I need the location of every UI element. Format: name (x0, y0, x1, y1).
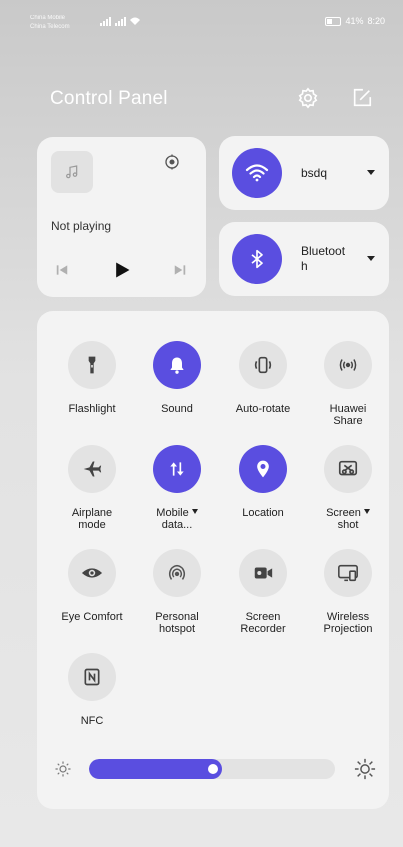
toggle-label: Screen shot (299, 507, 397, 531)
carrier-2: China Telecom (30, 24, 70, 30)
dropdown-caret-icon[interactable] (191, 509, 198, 514)
brightness-fill (89, 759, 222, 779)
toggle-label: Auto-rotate (214, 403, 312, 415)
status-right: 41% 8:20 (325, 16, 385, 26)
page-title: Control Panel (50, 88, 168, 109)
toggle-label-line2: data... (161, 519, 193, 531)
carrier-info: China Mobile China Telecom (30, 14, 70, 32)
toggle-label: Flashlight (43, 403, 141, 415)
toggle-eye[interactable]: Eye Comfort (47, 549, 133, 649)
toggle-bell[interactable]: Sound (132, 341, 218, 441)
bluetooth-label-line1: Bluetoot (301, 244, 346, 258)
toggle-label-line1: Sound (161, 403, 193, 415)
battery-icon (325, 16, 342, 26)
music-note-icon (51, 151, 93, 193)
toggle-screen-recorder[interactable]: Screen Recorder (218, 549, 304, 649)
bluetooth-icon[interactable] (232, 234, 282, 284)
toggle-label: Huawei Share (299, 403, 397, 427)
clock: 8:20 (367, 16, 385, 26)
toggle-label-line2: Share (333, 415, 363, 427)
toggle-huawei-share[interactable]: Huawei Share (303, 341, 389, 441)
location-pin-icon[interactable] (239, 445, 287, 493)
toggle-mobile-data[interactable]: Mobile data... (132, 445, 218, 545)
toggle-label: Airplane mode (43, 507, 141, 531)
toggle-label-line1: Personal (155, 611, 199, 623)
cast-icon[interactable] (161, 151, 183, 173)
wireless-projection-icon[interactable] (324, 549, 372, 597)
next-icon[interactable] (169, 259, 191, 281)
brightness-handle[interactable] (208, 764, 218, 774)
mobile-data-icon[interactable] (153, 445, 201, 493)
eye-icon[interactable] (68, 549, 116, 597)
toggle-airplane[interactable]: Airplane mode (47, 445, 133, 545)
toggle-label-line2: Recorder (240, 623, 286, 635)
toggle-label-line2: hotspot (158, 623, 196, 635)
bell-icon[interactable] (153, 341, 201, 389)
wifi-icon[interactable] (232, 148, 282, 198)
flashlight-icon[interactable] (68, 341, 116, 389)
gear-icon[interactable] (296, 86, 320, 110)
battery-percent: 41% (345, 16, 364, 26)
toggle-label-line1: Screen (245, 611, 281, 623)
airplane-icon[interactable] (68, 445, 116, 493)
toggle-screenshot[interactable]: Screen shot (303, 445, 389, 545)
media-status: Not playing (51, 219, 112, 233)
nfc-icon[interactable] (68, 653, 116, 701)
bluetooth-card[interactable]: Bluetoot h (219, 222, 389, 296)
wifi-dropdown-icon[interactable] (367, 170, 375, 175)
toggle-label-line2: shot (337, 519, 359, 531)
toggle-wireless-projection[interactable]: Wireless Projection (303, 549, 389, 649)
toggle-hotspot[interactable]: Personal hotspot (132, 549, 218, 649)
toggle-label-line2: mode (78, 519, 106, 531)
hotspot-icon[interactable] (153, 549, 201, 597)
toggle-label-line1: Flashlight (68, 403, 116, 415)
toggle-label: Screen Recorder (214, 611, 312, 635)
sun-high-icon (353, 757, 377, 781)
status-bar: China Mobile China Telecom 41% 8:20 (0, 14, 403, 38)
toggle-label: Eye Comfort (43, 611, 141, 623)
brightness-track[interactable] (89, 759, 335, 779)
toggle-label-line1: Eye Comfort (61, 611, 123, 623)
toggle-label: Sound (128, 403, 226, 415)
toggle-label-line1: Huawei (329, 403, 367, 415)
toggles-panel: Flashlight Sound Auto-rotate Huawei Share Air… (37, 311, 389, 809)
toggle-label-line2: Projection (323, 623, 373, 635)
bluetooth-label: Bluetoot h (301, 244, 361, 274)
play-icon[interactable] (111, 259, 133, 281)
toggle-flashlight[interactable]: Flashlight (47, 341, 133, 441)
previous-icon[interactable] (51, 259, 73, 281)
toggle-label-line1: Location (242, 507, 284, 519)
wifi-label: bsdq (301, 166, 328, 180)
toggle-label-line1: Mobile (156, 507, 189, 519)
toggle-label: NFC (43, 715, 141, 727)
brightness-slider[interactable] (51, 757, 377, 781)
toggle-label: Wireless Projection (299, 611, 397, 635)
toggle-label-line1: Screen (326, 507, 361, 519)
auto-rotate-icon[interactable] (239, 341, 287, 389)
sun-low-icon (51, 757, 75, 781)
toggle-label-line1: NFC (80, 715, 104, 727)
edit-icon[interactable] (350, 86, 374, 110)
toggle-nfc[interactable]: NFC (47, 653, 133, 753)
toggle-label-line1: Airplane (71, 507, 113, 519)
bluetooth-dropdown-icon[interactable] (367, 256, 375, 261)
carrier-1: China Mobile (30, 15, 66, 21)
wifi-card[interactable]: bsdq (219, 136, 389, 210)
toggle-label: Mobile data... (128, 507, 226, 531)
toggle-label: Personal hotspot (128, 611, 226, 635)
media-card: Not playing (37, 137, 206, 297)
huawei-share-icon[interactable] (324, 341, 372, 389)
toggle-label: Location (214, 507, 312, 519)
toggle-label-line1: Wireless (326, 611, 370, 623)
signal-icon (100, 16, 144, 29)
dropdown-caret-icon[interactable] (363, 509, 370, 514)
bluetooth-label-line2: h (301, 259, 308, 273)
toggle-label-line1: Auto-rotate (235, 403, 291, 415)
toggle-auto-rotate[interactable]: Auto-rotate (218, 341, 304, 441)
screen-recorder-icon[interactable] (239, 549, 287, 597)
toggle-location-pin[interactable]: Location (218, 445, 304, 545)
screenshot-icon[interactable] (324, 445, 372, 493)
